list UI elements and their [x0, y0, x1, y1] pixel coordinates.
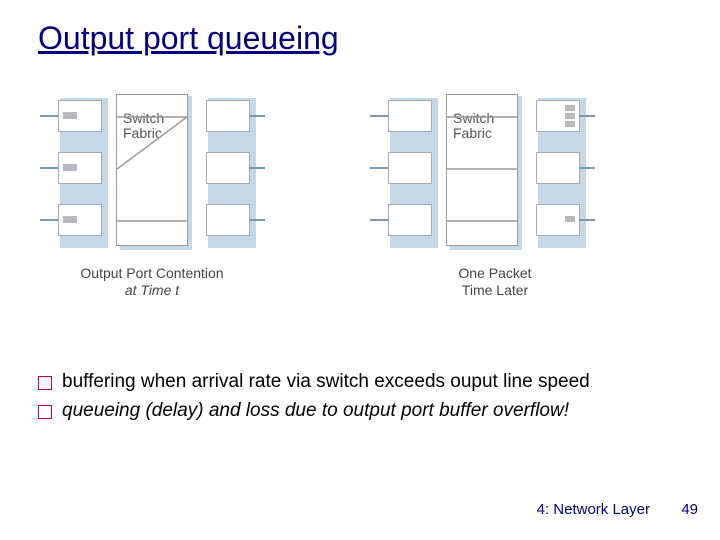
- diagram-right: Switch Fabric: [370, 90, 650, 270]
- bullet-text: buffering when arrival rate via switch e…: [62, 370, 590, 395]
- output-port: [536, 152, 580, 184]
- output-port: [536, 204, 580, 236]
- output-port: [206, 100, 250, 132]
- bullet-icon: [38, 376, 52, 390]
- bullet-list: buffering when arrival rate via switch e…: [38, 370, 678, 427]
- page-number: 49: [681, 501, 698, 518]
- input-port: [388, 204, 432, 236]
- input-port: [58, 152, 102, 184]
- output-port: [536, 100, 580, 132]
- switch-fabric: Switch Fabric: [116, 94, 188, 246]
- input-port: [388, 100, 432, 132]
- diagram-left: Switch Fabric: [40, 90, 320, 270]
- diagram-area: Switch Fabric Switch Fabric: [40, 90, 660, 330]
- input-port: [58, 100, 102, 132]
- bullet-item: buffering when arrival rate via switch e…: [38, 370, 678, 395]
- input-port: [388, 152, 432, 184]
- switch-fabric: Switch Fabric: [446, 94, 518, 246]
- footer-text: 4: Network Layer: [537, 501, 650, 518]
- caption-right: One Packet Time Later: [395, 265, 595, 299]
- input-port: [58, 204, 102, 236]
- slide-title: Output port queueing: [38, 20, 339, 57]
- output-port: [206, 152, 250, 184]
- bullet-item: queueing (delay) and loss due to output …: [38, 399, 678, 424]
- output-port: [206, 204, 250, 236]
- caption-left: Output Port Contention at Time t: [52, 265, 252, 299]
- bullet-icon: [38, 405, 52, 419]
- bullet-text: queueing (delay) and loss due to output …: [62, 399, 569, 424]
